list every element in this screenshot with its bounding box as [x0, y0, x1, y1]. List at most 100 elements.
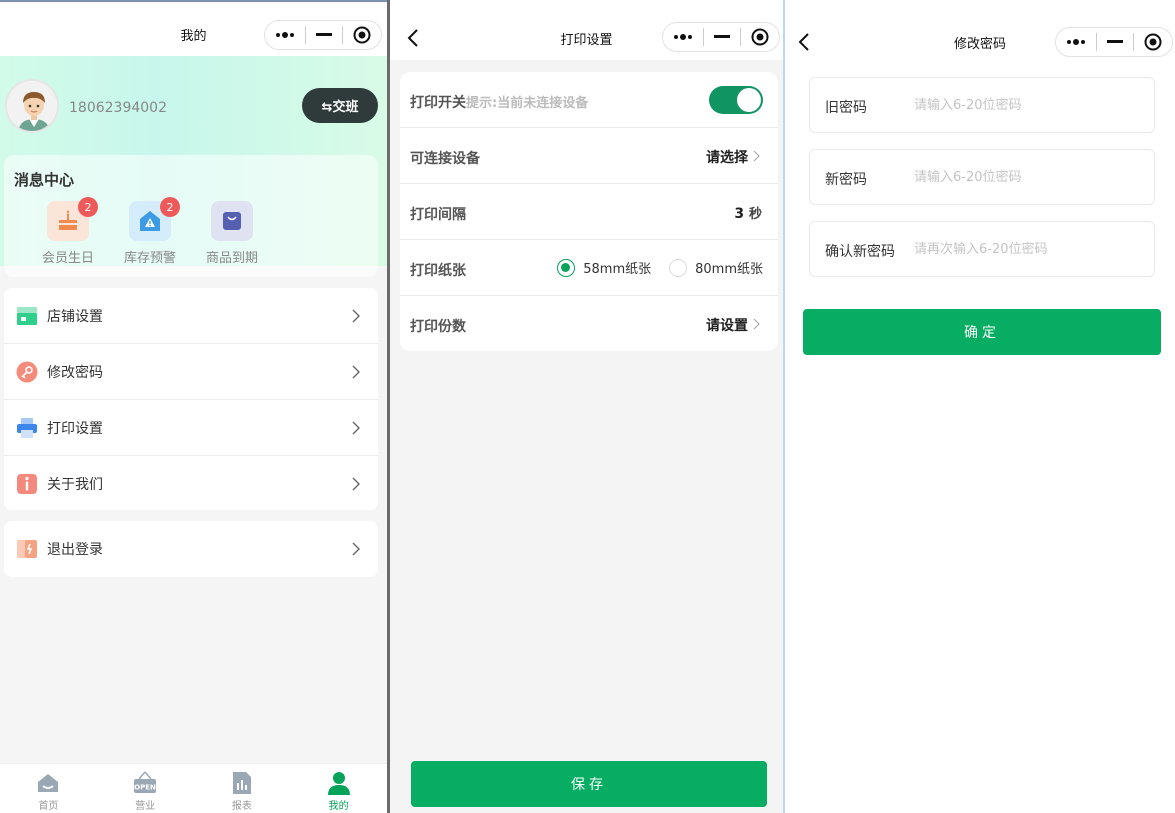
close-target-icon[interactable] [1134, 33, 1172, 51]
stock-warning-badge: 2 [160, 197, 180, 217]
paper-option-label: 58mm纸张 [583, 262, 652, 277]
menu-item-store-settings[interactable]: 店铺设置 [4, 288, 378, 344]
confirm-password-input[interactable] [914, 232, 1144, 266]
toggle-knob [737, 88, 761, 112]
interval-value-group: 3 秒 [734, 203, 762, 222]
radio-checked [557, 258, 576, 277]
menu-item-about-us[interactable]: 关于我们 [4, 456, 378, 512]
tab-home[interactable]: 首页 [0, 764, 97, 813]
tab-label: 我的 [328, 801, 349, 812]
mini-program-capsule [264, 20, 382, 50]
print-switch-title: 打印开关 [410, 95, 466, 111]
close-target-icon[interactable] [343, 26, 381, 44]
tab-label: 首页 [38, 801, 59, 812]
message-center-title: 消息中心 [14, 171, 75, 189]
old-password-input[interactable] [914, 88, 1144, 122]
chevron-right-icon [753, 150, 760, 162]
info-icon [17, 474, 37, 494]
user-icon [327, 772, 350, 795]
mini-program-capsule [1055, 27, 1173, 57]
menu-item-label: 打印设置 [47, 420, 103, 437]
confirm-password-label: 确认新密码 [825, 244, 895, 260]
device-row[interactable]: 可连接设备 请选择 [400, 128, 778, 184]
window-top-edge [0, 0, 387, 2]
save-button[interactable]: 保存 [411, 761, 767, 807]
logout-card: 退出登录 [4, 521, 378, 577]
minimize-icon[interactable] [704, 35, 741, 39]
paper-option-label: 80mm纸张 [695, 262, 763, 277]
shift-handover-button[interactable]: ⇆交班 [302, 88, 378, 123]
confirm-password-field: 确认新密码 [809, 221, 1155, 277]
report-icon [232, 772, 251, 794]
more-icon[interactable] [265, 31, 305, 39]
menu-item-label: 修改密码 [47, 364, 103, 381]
message-center-card: 消息中心 2 会员生日 2 库存预警 商品到期 [4, 155, 378, 277]
interval-value: 3 [734, 206, 745, 222]
interval-unit: 秒 [748, 207, 762, 222]
paper-row: 打印纸张 58mm纸张 80mm纸张 [400, 240, 778, 296]
tab-label: 营业 [135, 801, 156, 812]
copies-row[interactable]: 打印份数 请设置 [400, 296, 778, 352]
logout-label: 退出登录 [47, 542, 103, 558]
tab-mine[interactable]: 我的 [290, 764, 387, 813]
new-password-field: 新密码 [809, 149, 1155, 205]
message-item-member-birthday[interactable]: 2 会员生日 [33, 197, 103, 266]
change-password-screen: 修改密码 旧密码 新密码 确认新密码 确定 [785, 0, 1175, 813]
printer-icon [17, 418, 37, 438]
minimize-icon[interactable] [1097, 40, 1134, 44]
print-switch-label: 打印开关提示:当前未连接设备 [410, 92, 588, 112]
user-phone-number: 18062394002 [69, 100, 167, 116]
shopping-bag-icon [211, 201, 253, 241]
paper-label: 打印纸张 [410, 263, 466, 279]
confirm-button[interactable]: 确定 [803, 309, 1161, 355]
mine-navbar: 我的 [0, 0, 387, 56]
message-item-stock-warning[interactable]: 2 库存预警 [115, 197, 185, 266]
more-icon[interactable] [1056, 38, 1096, 46]
menu-item-change-password[interactable]: 修改密码 [4, 344, 378, 400]
message-item-label: 商品到期 [205, 251, 258, 266]
chevron-right-icon [352, 421, 360, 435]
password-navbar: 修改密码 [785, 0, 1175, 62]
print-switch-hint: 提示:当前未连接设备 [466, 96, 589, 111]
tab-business[interactable]: OPEN 营业 [97, 764, 194, 813]
logout-icon [17, 540, 37, 558]
menu-item-print-settings[interactable]: 打印设置 [4, 400, 378, 456]
message-item-label: 会员生日 [41, 251, 94, 266]
home-icon [38, 774, 59, 792]
mini-program-capsule [662, 22, 780, 52]
logout-button[interactable]: 退出登录 [4, 521, 378, 577]
chevron-right-icon [753, 318, 760, 330]
tab-label: 报表 [231, 801, 252, 812]
avatar[interactable] [5, 79, 59, 133]
copies-value: 请设置 [706, 318, 748, 334]
message-item-label: 库存预警 [123, 251, 176, 266]
chevron-right-icon [352, 365, 360, 379]
settings-menu: 店铺设置 修改密码 打印设置 关于我们 [4, 288, 378, 510]
message-item-product-expiry[interactable]: 商品到期 [197, 201, 267, 266]
chevron-right-icon [352, 309, 360, 323]
stock-warning-icon: 2 [129, 197, 180, 241]
paper-option-80mm[interactable]: 80mm纸张 [669, 258, 763, 277]
print-switch-row: 打印开关提示:当前未连接设备 [400, 72, 778, 128]
new-password-input[interactable] [914, 160, 1144, 194]
print-switch-toggle[interactable] [709, 86, 763, 114]
chevron-right-icon [352, 477, 360, 491]
store-icon [17, 307, 37, 325]
paper-option-58mm[interactable]: 58mm纸张 [557, 258, 651, 277]
device-label: 可连接设备 [410, 151, 480, 167]
minimize-icon[interactable] [306, 33, 343, 37]
interval-label: 打印间隔 [410, 207, 466, 223]
new-password-label: 新密码 [825, 172, 867, 188]
paper-radio-group: 58mm纸张 80mm纸张 [539, 258, 763, 277]
print-settings-card: 打印开关提示:当前未连接设备 可连接设备 请选择 打印间隔 3 秒 打印纸张 5… [400, 72, 778, 351]
open-sign-icon: OPEN [134, 771, 157, 793]
menu-item-label: 店铺设置 [47, 308, 103, 325]
more-icon[interactable] [663, 33, 703, 41]
bottom-tab-bar: 首页 OPEN 营业 报表 我的 [0, 763, 387, 813]
key-icon [16, 361, 38, 383]
close-target-icon[interactable] [741, 28, 779, 46]
svg-text:OPEN: OPEN [134, 784, 156, 792]
tab-report[interactable]: 报表 [194, 764, 291, 813]
interval-row[interactable]: 打印间隔 3 秒 [400, 184, 778, 240]
mine-screen: 我的 18062394002 ⇆交班 消息中心 2 会员生日 2 库存预警 商品… [0, 0, 387, 813]
